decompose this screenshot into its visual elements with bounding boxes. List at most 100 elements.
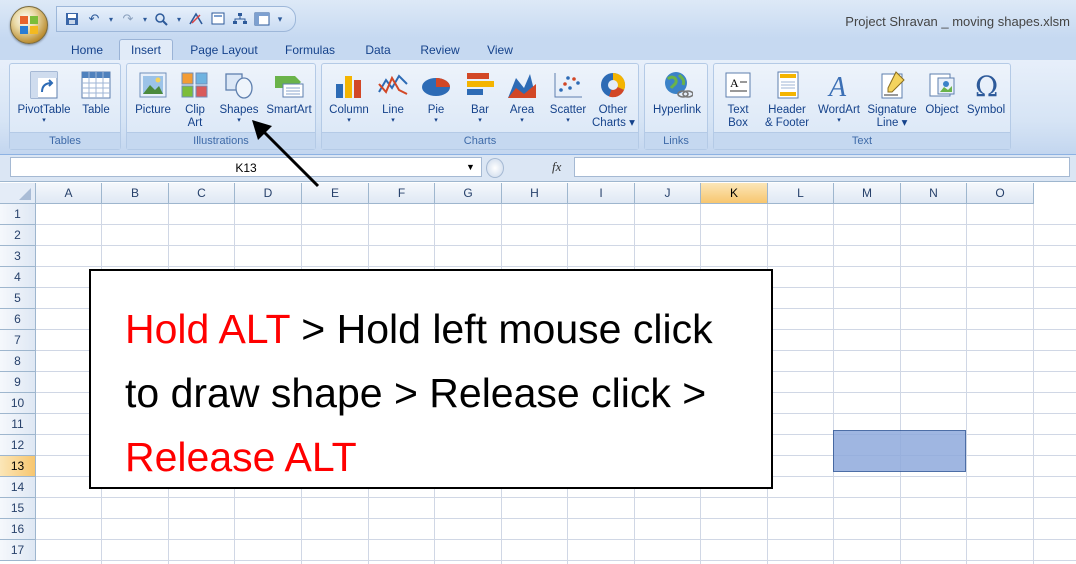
title-bar: ↶ ▾ ↷ ▾ ▾ ▾ Project Shravan _ moving sha… bbox=[0, 0, 1076, 44]
row-header-17[interactable]: 17 bbox=[0, 540, 36, 561]
table-button[interactable]: Table bbox=[76, 70, 116, 117]
name-box-dropdown-icon[interactable]: ▼ bbox=[466, 157, 475, 177]
column-header-g[interactable]: G bbox=[435, 183, 502, 204]
object-button[interactable]: Object bbox=[921, 70, 963, 117]
row-header-5[interactable]: 5 bbox=[0, 288, 36, 309]
spelling-icon[interactable] bbox=[153, 11, 171, 27]
row-header-10[interactable]: 10 bbox=[0, 393, 36, 414]
row-header-13[interactable]: 13 bbox=[0, 456, 36, 477]
column-header-c[interactable]: C bbox=[169, 183, 235, 204]
gridline-horizontal bbox=[36, 497, 1076, 498]
tab-view[interactable]: View bbox=[480, 40, 520, 60]
customize-toolbar-icon[interactable]: ▾ bbox=[275, 11, 285, 27]
column-header-e[interactable]: E bbox=[302, 183, 369, 204]
redo-icon[interactable]: ↷ bbox=[119, 11, 137, 27]
svg-text:A: A bbox=[827, 72, 847, 100]
column-header-n[interactable]: N bbox=[901, 183, 967, 204]
group-links: Hyperlink Links bbox=[644, 63, 708, 150]
formula-input[interactable] bbox=[574, 157, 1070, 177]
column-header-a[interactable]: A bbox=[36, 183, 102, 204]
column-header-h[interactable]: H bbox=[502, 183, 568, 204]
print-preview-icon[interactable] bbox=[209, 11, 227, 27]
wordart-dropdown-icon: ▾ bbox=[837, 117, 841, 124]
shapes-button[interactable]: Shapes ▾ bbox=[217, 70, 261, 125]
column-header-o[interactable]: O bbox=[967, 183, 1034, 204]
tab-page-layout[interactable]: Page Layout bbox=[182, 40, 266, 60]
clip-art-button[interactable]: Clip Art bbox=[177, 70, 213, 130]
name-box[interactable]: K13 bbox=[10, 157, 482, 177]
picture-icon bbox=[139, 72, 167, 98]
pie-label: Pie bbox=[427, 104, 445, 116]
row-header-15[interactable]: 15 bbox=[0, 498, 36, 519]
row-header-2[interactable]: 2 bbox=[0, 225, 36, 246]
drawn-rectangle-shape[interactable] bbox=[833, 430, 966, 472]
row-header-7[interactable]: 7 bbox=[0, 330, 36, 351]
office-button[interactable] bbox=[10, 6, 48, 44]
gridline-horizontal bbox=[36, 266, 1076, 267]
row-header-11[interactable]: 11 bbox=[0, 414, 36, 435]
row-header-9[interactable]: 9 bbox=[0, 372, 36, 393]
row-header-8[interactable]: 8 bbox=[0, 351, 36, 372]
undo-icon[interactable]: ↶ bbox=[85, 11, 103, 27]
column-header-i[interactable]: I bbox=[568, 183, 635, 204]
tab-insert[interactable]: Insert bbox=[119, 39, 173, 61]
select-all-corner[interactable] bbox=[0, 183, 36, 204]
column-chart-button[interactable]: Column ▾ bbox=[326, 70, 372, 125]
text-box-button[interactable]: A Text Box bbox=[718, 70, 758, 130]
column-chart-icon bbox=[336, 76, 361, 98]
pivottable-icon bbox=[30, 71, 58, 99]
column-header-k[interactable]: K bbox=[701, 183, 768, 204]
wordart-button[interactable]: A WordArt ▾ bbox=[816, 70, 862, 125]
smartart-button[interactable]: SmartArt bbox=[264, 70, 314, 117]
pie-chart-button[interactable]: Pie ▾ bbox=[418, 70, 454, 125]
column-header-m[interactable]: M bbox=[834, 183, 901, 204]
row-header-4[interactable]: 4 bbox=[0, 267, 36, 288]
header-footer-button[interactable]: Header & Footer bbox=[760, 70, 814, 130]
pivottable-button[interactable]: PivotTable ▾ bbox=[16, 70, 72, 125]
clip-art-icon bbox=[181, 72, 208, 98]
row-header-14[interactable]: 14 bbox=[0, 477, 36, 498]
text-box-icon: A bbox=[725, 72, 751, 98]
row-header-12[interactable]: 12 bbox=[0, 435, 36, 456]
row-header-1[interactable]: 1 bbox=[0, 204, 36, 225]
area-chart-button[interactable]: Area ▾ bbox=[504, 70, 540, 125]
tab-formulas[interactable]: Formulas bbox=[278, 40, 342, 60]
org-chart-icon[interactable] bbox=[231, 11, 249, 27]
column-header-j[interactable]: J bbox=[635, 183, 701, 204]
area-dropdown-icon: ▾ bbox=[520, 117, 524, 124]
column-label: Column bbox=[329, 104, 369, 116]
picture-button[interactable]: Picture bbox=[132, 70, 174, 117]
sort-icon[interactable] bbox=[187, 11, 205, 27]
scatter-chart-button[interactable]: Scatter ▾ bbox=[546, 70, 590, 125]
row-header-16[interactable]: 16 bbox=[0, 519, 36, 540]
hyperlink-button[interactable]: Hyperlink bbox=[648, 70, 706, 117]
shapes-icon bbox=[225, 73, 253, 99]
insert-function-icon[interactable]: fx bbox=[552, 157, 561, 177]
other-charts-button[interactable]: Other Charts ▾ bbox=[592, 70, 635, 130]
scatter-chart-icon bbox=[554, 73, 582, 98]
undo-dropdown-icon[interactable]: ▾ bbox=[107, 11, 115, 27]
bar-chart-button[interactable]: Bar ▾ bbox=[462, 70, 498, 125]
column-header-f[interactable]: F bbox=[369, 183, 435, 204]
tab-review[interactable]: Review bbox=[412, 40, 468, 60]
row-header-6[interactable]: 6 bbox=[0, 309, 36, 330]
tab-home[interactable]: Home bbox=[62, 40, 112, 60]
column-header-b[interactable]: B bbox=[102, 183, 169, 204]
symbol-button[interactable]: Ω Symbol bbox=[964, 70, 1008, 117]
tab-data[interactable]: Data bbox=[356, 40, 400, 60]
formula-bar: K13 ▼ fx bbox=[0, 155, 1076, 182]
formula-bar-splitter[interactable] bbox=[486, 158, 504, 178]
freeze-panes-icon[interactable] bbox=[253, 11, 271, 27]
column-header-d[interactable]: D bbox=[235, 183, 302, 204]
group-charts: Column ▾ Line ▾ Pie ▾ Bar ▾ Area ▾ Scatt… bbox=[321, 63, 639, 150]
column-header-l[interactable]: L bbox=[768, 183, 834, 204]
signature-line-button[interactable]: Signature Line ▾ bbox=[864, 70, 920, 130]
instruction-hold-alt: Hold ALT bbox=[125, 306, 290, 352]
redo-dropdown-icon[interactable]: ▾ bbox=[141, 11, 149, 27]
gridline-vertical bbox=[1033, 204, 1034, 564]
spelling-dropdown-icon[interactable]: ▾ bbox=[175, 11, 183, 27]
signature-line-icon bbox=[881, 71, 905, 99]
save-icon[interactable] bbox=[63, 11, 81, 27]
row-header-3[interactable]: 3 bbox=[0, 246, 36, 267]
line-chart-button[interactable]: Line ▾ bbox=[374, 70, 412, 125]
